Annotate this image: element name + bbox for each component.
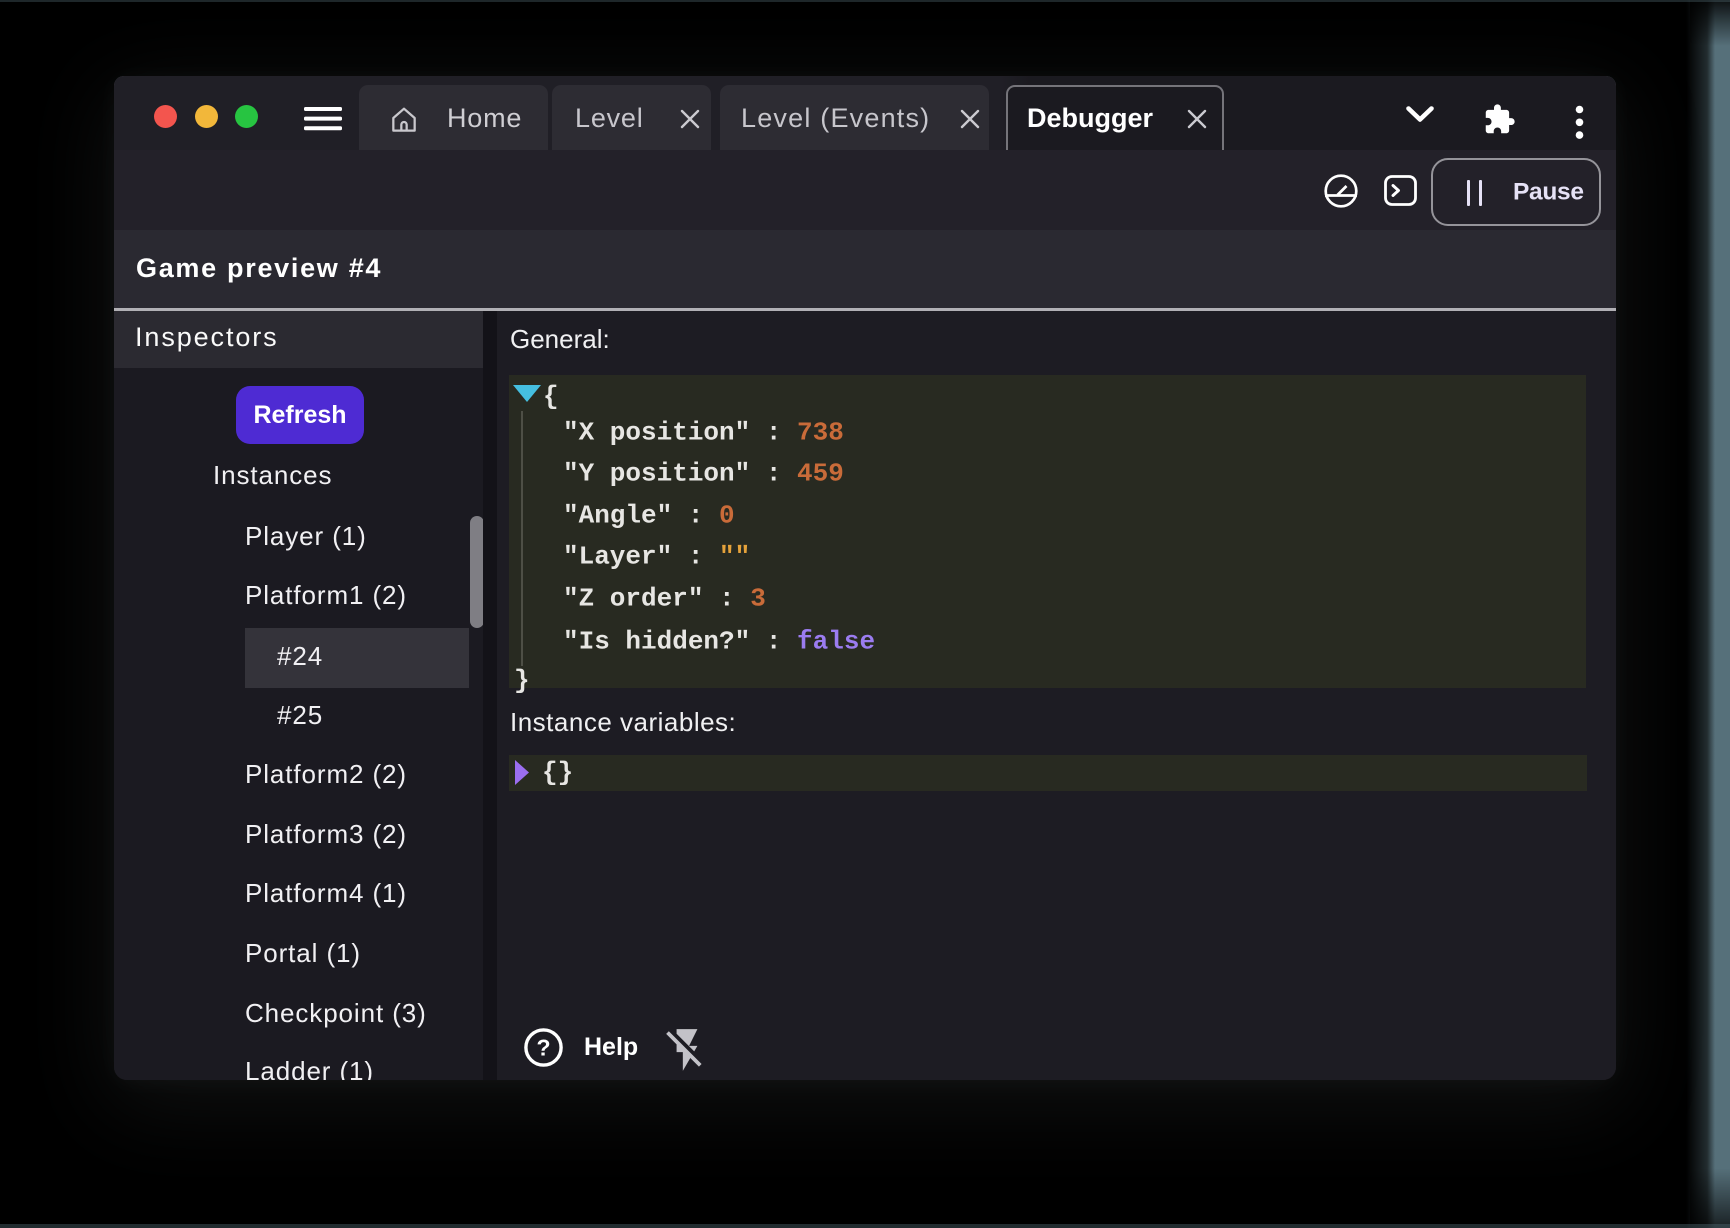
svg-text:?: ? <box>536 1035 550 1061</box>
